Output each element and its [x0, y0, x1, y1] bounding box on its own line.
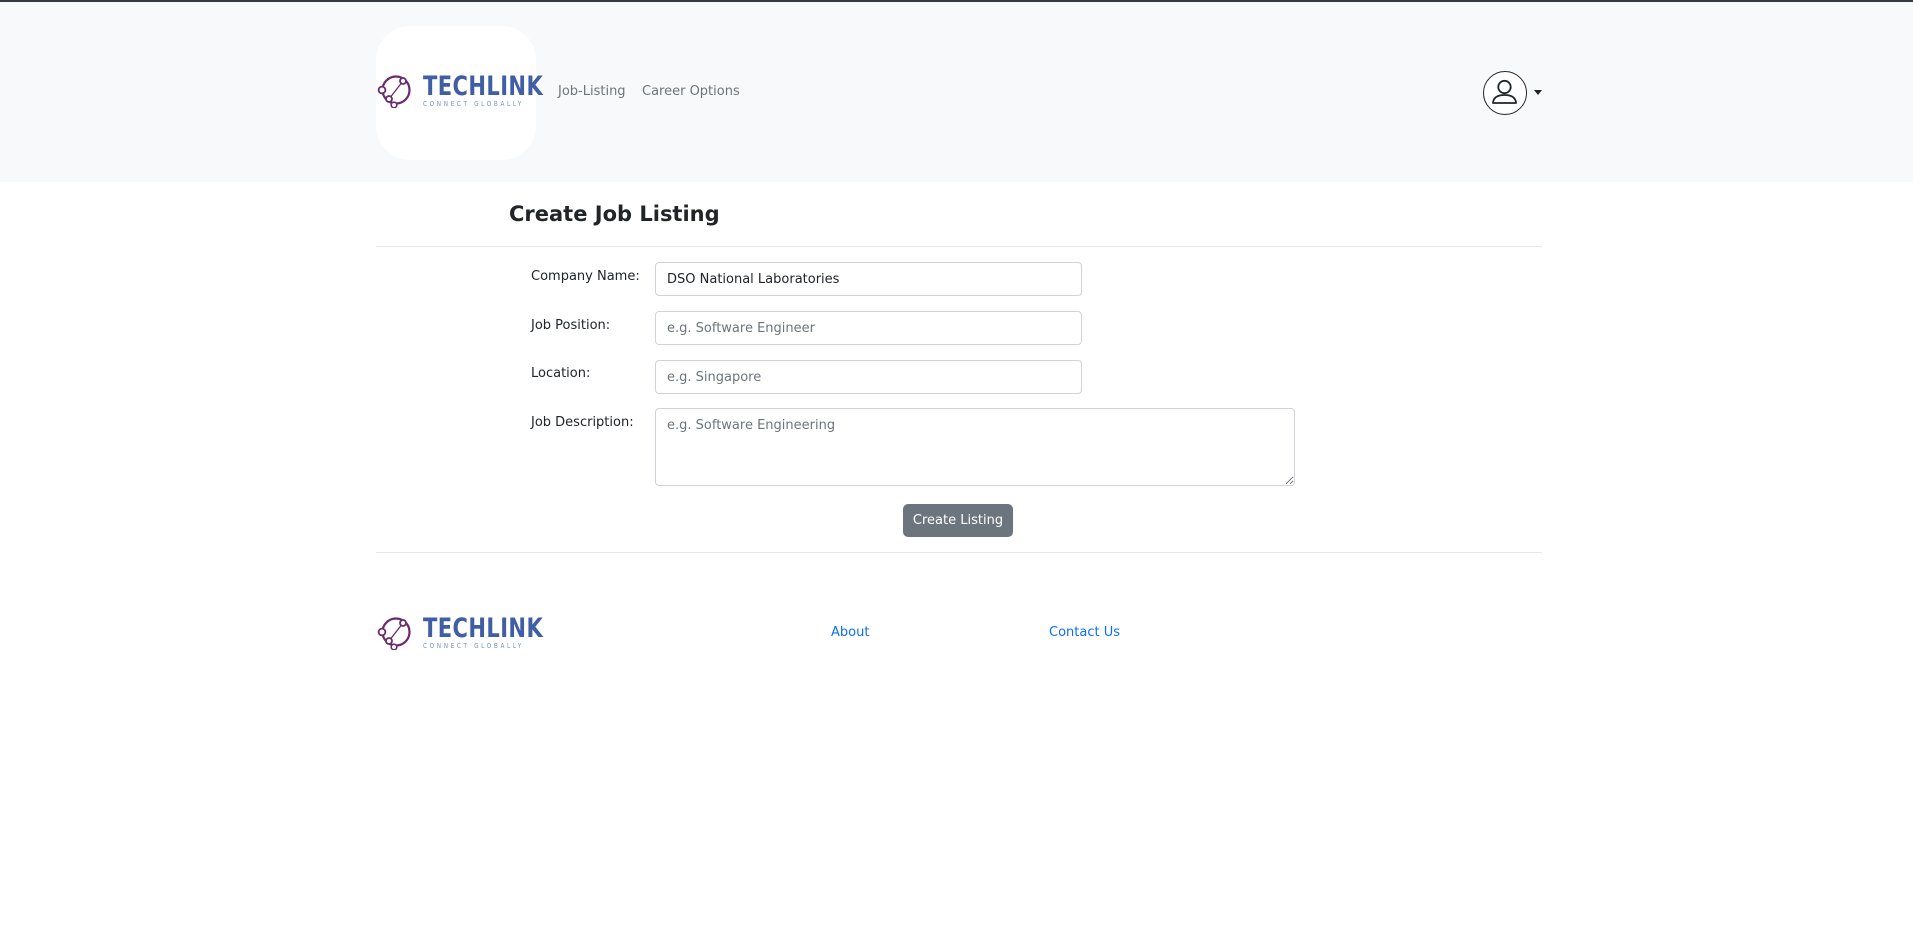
profile-dropdown[interactable] [1483, 71, 1543, 119]
location-input[interactable] [655, 360, 1082, 394]
brand-tagline: CONNECT GLOBALLY [423, 99, 525, 108]
footer-link-about[interactable]: About [831, 625, 869, 640]
navbar-logo-tile[interactable]: TECHLINK CONNECT GLOBALLY [376, 26, 543, 160]
brand-logo[interactable]: TECHLINK CONNECT GLOBALLY [376, 72, 577, 108]
create-listing-button[interactable]: Create Listing [903, 504, 1013, 537]
footer-brand-tagline: CONNECT GLOBALLY [423, 641, 525, 650]
company-name-label: Company Name: [531, 269, 640, 284]
page-title: Create Job Listing [509, 202, 720, 226]
footer-link-contact-us[interactable]: Contact Us [1049, 625, 1120, 640]
job-description-textarea[interactable] [655, 408, 1295, 486]
footer-brand-name: TECHLINK [423, 612, 544, 644]
company-name-input[interactable] [655, 262, 1082, 296]
navbar: TECHLINK CONNECT GLOBALLY Job-Listing Ca… [0, 2, 1913, 182]
brand-name: TECHLINK [423, 70, 544, 102]
footer-brand-logo[interactable]: TECHLINK CONNECT GLOBALLY [376, 614, 577, 650]
divider [376, 552, 1542, 553]
linked-nodes-logo-icon [377, 617, 411, 650]
job-description-label: Job Description: [531, 415, 634, 430]
location-label: Location: [531, 366, 591, 381]
caret-down-icon[interactable] [1534, 90, 1542, 95]
job-position-label: Job Position: [531, 318, 611, 333]
nav-link-job-listing[interactable]: Job-Listing [558, 84, 626, 99]
nav-link-career-options[interactable]: Career Options [642, 84, 740, 99]
linked-nodes-logo-icon [377, 75, 411, 108]
job-position-input[interactable] [655, 311, 1082, 345]
divider [376, 246, 1542, 247]
user-avatar-icon[interactable] [1483, 71, 1527, 115]
